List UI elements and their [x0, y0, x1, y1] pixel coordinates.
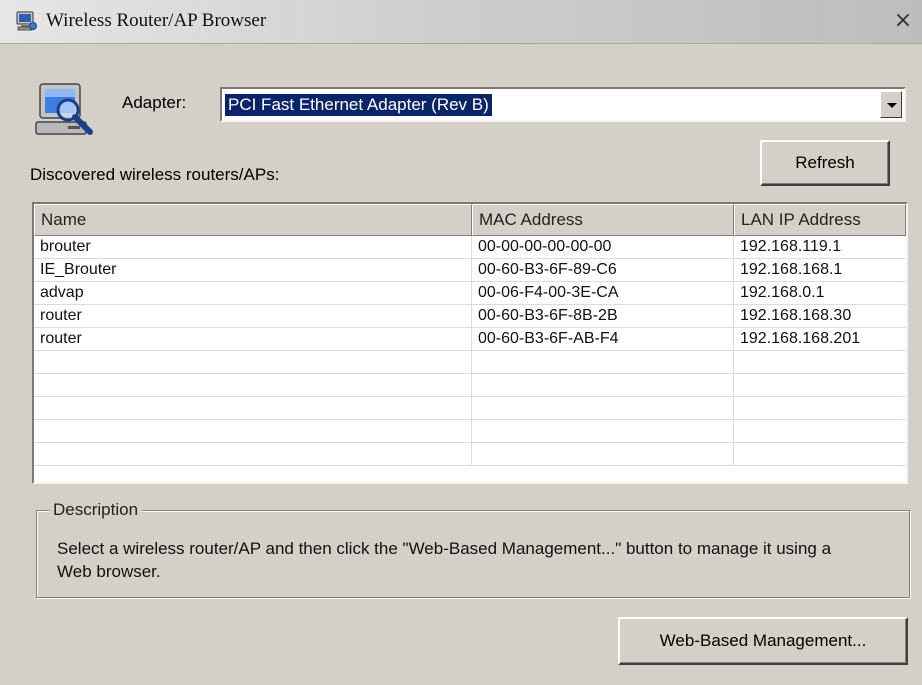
- cell-name: IE_Brouter: [34, 259, 472, 281]
- description-text: Select a wireless router/AP and then cli…: [57, 539, 832, 581]
- cell-lan-ip: [734, 420, 906, 442]
- cell-lan-ip: 192.168.119.1: [740, 238, 842, 255]
- cell-mac-address: [472, 420, 734, 442]
- window-title: Wireless Router/AP Browser: [46, 10, 267, 31]
- cell-lan-ip: [734, 351, 906, 373]
- close-button[interactable]: ×: [890, 7, 916, 35]
- adapter-dropdown[interactable]: PCI Fast Ethernet Adapter (Rev B): [220, 87, 906, 122]
- cell-mac-address: [472, 351, 734, 373]
- adapter-label-text: Adapter:: [122, 93, 187, 112]
- list-header: Name MAC Address LAN IP Address: [34, 204, 906, 236]
- table-row[interactable]: IE_Brouter 00-60-B3-6F-89-C6 192.168.168…: [34, 259, 906, 282]
- cell-mac-address: [472, 374, 734, 396]
- cell-name: advap: [34, 282, 472, 304]
- computer-search-icon: [35, 83, 93, 135]
- adapter-label: Adapter:: [122, 93, 186, 113]
- cell-lan-ip: [734, 443, 906, 465]
- cell-mac-address: 00-60-B3-6F-89-C6: [472, 259, 734, 281]
- cell-mac-address: 00-00-00-00-00-00: [472, 236, 734, 258]
- description-legend: Description: [49, 500, 143, 520]
- cell-name: brouter: [34, 236, 472, 258]
- table-row[interactable]: router 00-60-B3-6F-AB-F4 192.168.168.201: [34, 328, 906, 351]
- cell-lan-ip: 192.168.168.201: [740, 330, 861, 347]
- cell-mac-address: [472, 397, 734, 419]
- wireless-router-browser-window: Wireless Router/AP Browser × Adapter: PC…: [0, 0, 922, 685]
- cell-lan-ip: 192.168.0.1: [740, 284, 825, 301]
- cell-lan-ip: 192.168.168.1: [740, 261, 843, 278]
- cell-name: [34, 443, 472, 465]
- list-rows: brouter 00-00-00-00-00-00 192.168.119.1 …: [34, 236, 906, 466]
- routers-list[interactable]: Name MAC Address LAN IP Address brouter …: [32, 202, 908, 484]
- dropdown-button[interactable]: [880, 91, 902, 118]
- cell-name: [34, 397, 472, 419]
- cell-mac-address: 00-60-B3-6F-8B-2B: [472, 305, 734, 327]
- cell-mac-address: [472, 443, 734, 465]
- table-row-empty: [34, 351, 906, 374]
- table-row-empty: [34, 397, 906, 420]
- chevron-down-icon: [887, 103, 897, 108]
- web-based-management-button[interactable]: Web-Based Management...: [618, 617, 908, 665]
- table-row-empty: [34, 420, 906, 443]
- cell-lan-ip: [734, 374, 906, 396]
- network-computer-icon: [16, 11, 37, 31]
- cell-mac-address: 00-60-B3-6F-AB-F4: [472, 328, 734, 350]
- column-header-mac-address[interactable]: MAC Address: [472, 204, 734, 236]
- table-row[interactable]: router 00-60-B3-6F-8B-2B 192.168.168.30: [34, 305, 906, 328]
- table-row[interactable]: brouter 00-00-00-00-00-00 192.168.119.1: [34, 236, 906, 259]
- cell-lan-ip: [734, 397, 906, 419]
- cell-name: [34, 351, 472, 373]
- table-row-empty: [34, 443, 906, 466]
- cell-mac-address: 00-06-F4-00-3E-CA: [472, 282, 734, 304]
- column-header-lan-ip-address[interactable]: LAN IP Address: [734, 204, 906, 236]
- column-header-name[interactable]: Name: [34, 204, 472, 236]
- description-groupbox: Description Select a wireless router/AP …: [36, 500, 910, 598]
- discovered-label: Discovered wireless routers/APs:: [30, 165, 280, 184]
- title-bar[interactable]: Wireless Router/AP Browser ×: [0, 0, 922, 44]
- cell-name: [34, 374, 472, 396]
- table-row-empty: [34, 374, 906, 397]
- cell-name: [34, 420, 472, 442]
- adapter-selected-value: PCI Fast Ethernet Adapter (Rev B): [225, 94, 492, 116]
- cell-name: router: [34, 305, 472, 327]
- refresh-button[interactable]: Refresh: [760, 140, 890, 186]
- cell-lan-ip: 192.168.168.30: [740, 307, 852, 324]
- table-row[interactable]: advap 00-06-F4-00-3E-CA 192.168.0.1: [34, 282, 906, 305]
- cell-name: router: [34, 328, 472, 350]
